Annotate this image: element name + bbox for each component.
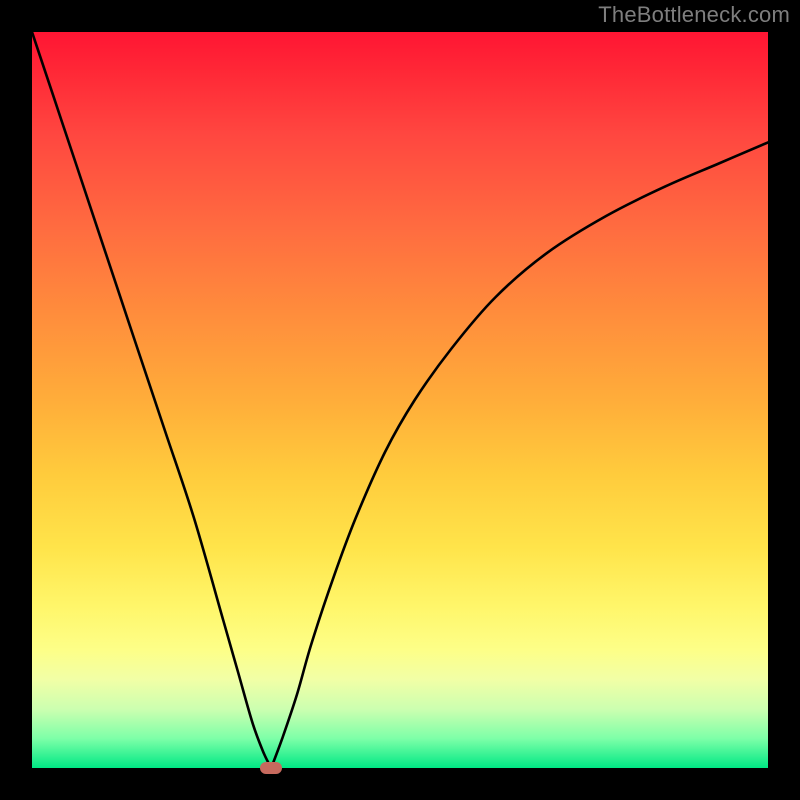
minimum-marker bbox=[260, 762, 282, 774]
chart-frame: TheBottleneck.com bbox=[0, 0, 800, 800]
watermark-text: TheBottleneck.com bbox=[598, 2, 790, 28]
plot-area bbox=[32, 32, 768, 768]
bottleneck-curve bbox=[32, 32, 768, 768]
